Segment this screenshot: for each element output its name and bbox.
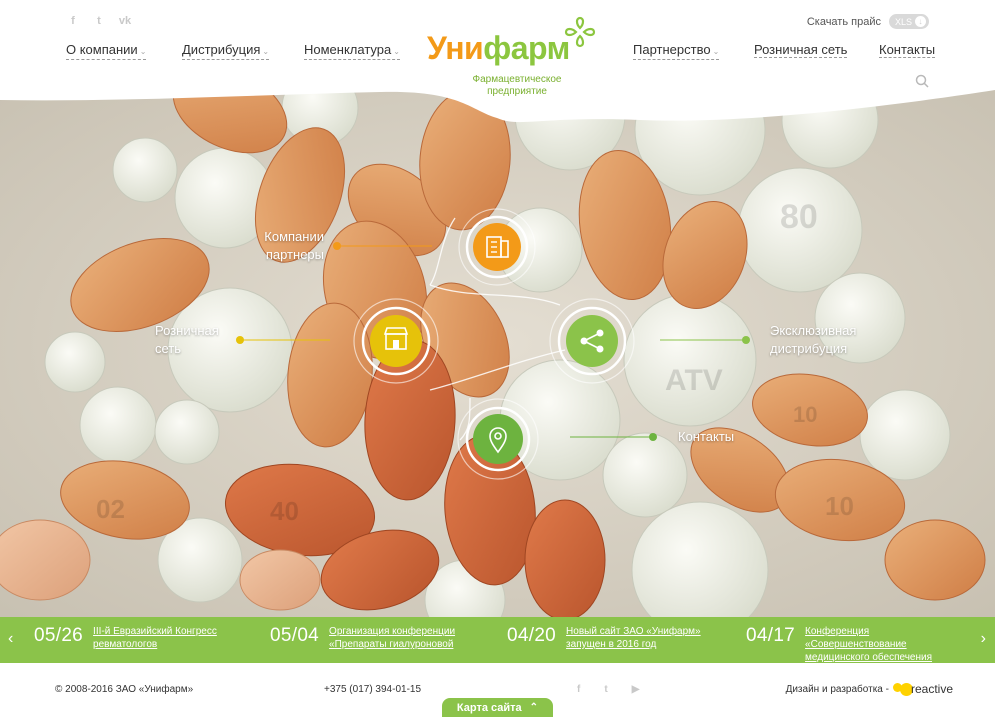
design-credit[interactable]: Дизайн и разработка - reactive	[786, 682, 953, 696]
twitter-icon[interactable]: t	[604, 684, 607, 695]
vk-icon[interactable]: vk	[118, 14, 132, 28]
news-item[interactable]: 04/17 Конференция «Совершенствование мед…	[746, 625, 973, 664]
news-item[interactable]: 05/04 Организация конференции «Препараты…	[270, 625, 469, 651]
hub-distribution-label[interactable]: Эксклюзивная дистрибуция	[770, 322, 880, 358]
nav-item-distribution[interactable]: Дистрибуция ⌄	[182, 42, 270, 60]
copyright: © 2008-2016 ЗАО «Унифарм»	[55, 684, 194, 695]
news-date: 05/26	[34, 625, 84, 646]
chevron-right-icon[interactable]: ›	[981, 631, 986, 647]
news-link[interactable]: Новый сайт ЗАО «Унифарм» запущен в 2016 …	[566, 625, 706, 651]
footer-social-links: f t ▶	[577, 684, 639, 695]
logo-wordmark: Унифарм	[427, 30, 570, 66]
chevron-down-icon: ⌄	[262, 47, 270, 56]
nav-item-about[interactable]: О компании ⌄	[66, 42, 147, 60]
search-icon[interactable]	[915, 74, 929, 88]
chevron-up-icon: ⌃	[529, 702, 539, 713]
hub-contacts[interactable]	[450, 398, 540, 484]
design-brand[interactable]: reactive	[911, 682, 953, 696]
download-icon: ↓	[915, 16, 926, 27]
hub-retail-label[interactable]: Розничная сеть	[155, 322, 227, 358]
youtube-icon[interactable]: ▶	[632, 684, 640, 695]
logo-tagline: Фармацевтическое предприятие	[472, 74, 562, 97]
share-icon	[549, 298, 635, 384]
news-link[interactable]: Конференция «Совершенствование медицинск…	[805, 625, 973, 664]
hub-distribution[interactable]	[548, 297, 638, 387]
news-ticker: ‹ 05/26 III-й Евразийский Конгресс ревма…	[0, 617, 995, 663]
download-price-label[interactable]: Скачать прайс	[807, 16, 881, 28]
news-date: 04/17	[746, 625, 796, 646]
nav-item-partnership[interactable]: Партнерство ⌄	[633, 42, 720, 60]
news-date: 04/20	[507, 625, 557, 646]
reactive-logo-icon	[892, 682, 913, 696]
twitter-icon[interactable]: t	[92, 14, 106, 28]
building-icon	[458, 208, 536, 286]
xls-label: XLS	[894, 16, 912, 27]
main-nav-right: Партнерство ⌄ Розничная сеть Контакты	[633, 42, 936, 62]
store-icon	[353, 298, 439, 384]
logo-cross-icon	[564, 16, 596, 48]
news-item[interactable]: 05/26 III-й Евразийский Конгресс ревмато…	[34, 625, 233, 651]
chevron-left-icon[interactable]: ‹	[8, 631, 13, 647]
news-link[interactable]: III-й Евразийский Конгресс ревматологов	[93, 625, 233, 651]
chevron-down-icon: ⌄	[393, 47, 400, 56]
facebook-icon[interactable]: f	[66, 14, 80, 28]
download-price[interactable]: Скачать прайс XLS ↓	[807, 14, 929, 29]
hub-retail[interactable]	[350, 298, 440, 388]
site-logo[interactable]: Унифарм Фармацевтическое предприятие	[427, 16, 607, 98]
nav-item-retail[interactable]: Розничная сеть	[754, 42, 848, 58]
xls-badge[interactable]: XLS ↓	[888, 14, 929, 29]
facebook-icon[interactable]: f	[577, 684, 580, 695]
news-link[interactable]: Организация конференции «Препараты гиалу…	[329, 625, 469, 651]
nav-item-nomenclature[interactable]: Номенклатура ⌄	[304, 42, 400, 60]
hub-partners-label[interactable]: Компании партнеры	[252, 228, 324, 264]
nav-item-contacts[interactable]: Контакты	[879, 42, 936, 58]
design-credit-label: Дизайн и разработка -	[785, 683, 889, 695]
main-nav-left: О компании ⌄ Дистрибуция ⌄ Номенклатура ⌄	[66, 42, 400, 62]
map-pin-icon	[457, 398, 539, 480]
site-header: f t vk Скачать прайс XLS ↓ О компании ⌄ Д…	[0, 0, 995, 115]
news-item[interactable]: 04/20 Новый сайт ЗАО «Унифарм» запущен в…	[507, 625, 706, 651]
sitemap-label: Карта сайта	[456, 701, 522, 714]
footer-phone[interactable]: +375 (017) 394-01-15	[324, 684, 421, 695]
header-social-links: f t vk	[66, 14, 132, 28]
news-date: 05/04	[270, 625, 320, 646]
hub-contacts-label[interactable]: Контакты	[678, 428, 758, 446]
chevron-down-icon: ⌄	[139, 47, 147, 56]
sitemap-button[interactable]: Карта сайта ⌃	[442, 698, 553, 717]
chevron-down-icon: ⌄	[712, 47, 720, 56]
hub-partners[interactable]	[450, 207, 540, 287]
site-footer: © 2008-2016 ЗАО «Унифарм» +375 (017) 394…	[0, 663, 995, 717]
